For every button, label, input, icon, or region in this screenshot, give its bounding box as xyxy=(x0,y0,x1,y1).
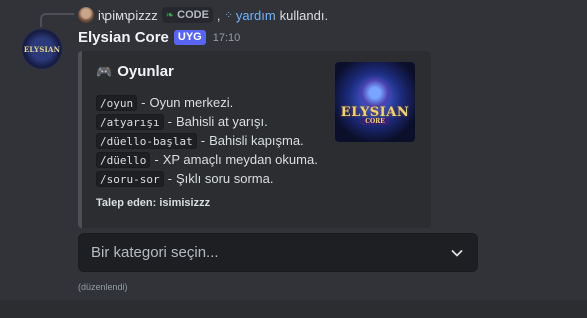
category-select[interactable]: Bir kategori seçin... xyxy=(78,233,478,272)
dash: - xyxy=(154,152,159,167)
leaf-icon: ❧ xyxy=(165,9,175,21)
chevron-down-icon xyxy=(451,249,463,256)
bot-avatar[interactable]: ELYSIAN xyxy=(22,29,62,69)
command-description: Bahisli at yarışı. xyxy=(175,114,268,129)
list-item: /oyun - Oyun merkezi. xyxy=(96,93,318,112)
bottom-divider xyxy=(0,300,587,318)
command-code: /oyun xyxy=(96,94,138,111)
reply-suffix: kullandı. xyxy=(279,7,329,23)
guild-tag-label: CODE xyxy=(177,9,209,21)
avatar-logo-text: ELYSIAN xyxy=(23,44,61,54)
edited-label: (düzenlendi) xyxy=(78,282,128,292)
slash-command-label: yardım xyxy=(235,7,276,23)
embed-footer: Talep eden: isimisizzz xyxy=(96,197,211,209)
reply-connector xyxy=(40,13,74,27)
command-description: XP amaçlı meydan okuma. xyxy=(162,152,318,167)
dash: - xyxy=(167,114,172,129)
command-code: /düello-başlat xyxy=(96,132,197,149)
select-placeholder: Bir kategori seçin... xyxy=(91,244,219,261)
embed-title: 🎮 Oyunlar xyxy=(96,63,174,80)
list-item: /atyarışı - Bahisli at yarışı. xyxy=(96,112,318,131)
command-description: Oyun merkezi. xyxy=(149,95,234,110)
slash-command-link[interactable]: ⁘ yardım xyxy=(225,8,276,23)
command-description: Şıklı soru sorma. xyxy=(175,171,274,186)
list-item: /düello - XP amaçlı meydan okuma. xyxy=(96,150,318,169)
embed-card: 🎮 Oyunlar /oyun - Oyun merkezi. /atyarış… xyxy=(78,51,431,228)
list-item: /soru-sor - Şıklı soru sorma. xyxy=(96,169,318,188)
command-code: /atyarışı xyxy=(96,113,164,130)
replied-username[interactable]: iꝕiᴍꝕizzz xyxy=(98,6,158,24)
app-badge: UYG xyxy=(173,30,206,45)
guild-tag[interactable]: ❧ CODE xyxy=(161,7,213,23)
thumbnail-logo-subtext: CORE xyxy=(361,118,389,125)
bot-username[interactable]: Elysian Core xyxy=(78,29,169,46)
app-command-icon: ⁘ xyxy=(224,9,233,21)
list-item: /düello-başlat - Bahisli kapışma. xyxy=(96,131,318,150)
message-header: Elysian Core UYG 17:10 xyxy=(78,29,240,46)
command-description: Bahisli kapışma. xyxy=(209,133,304,148)
reply-separator: , xyxy=(216,7,221,23)
dash: - xyxy=(167,171,172,186)
dash: - xyxy=(141,95,146,110)
reply-context[interactable]: iꝕiᴍꝕizzz ❧ CODE , ⁘ yardım kullandı. xyxy=(78,6,328,24)
message-timestamp[interactable]: 17:10 xyxy=(213,32,241,44)
command-code: /soru-sor xyxy=(96,170,164,187)
gamepad-icon: 🎮 xyxy=(96,63,113,79)
embed-thumbnail[interactable]: ELYSIAN CORE xyxy=(335,62,415,142)
embed-title-text: Oyunlar xyxy=(117,63,174,80)
command-list: /oyun - Oyun merkezi. /atyarışı - Bahisl… xyxy=(96,93,318,188)
command-code: /düello xyxy=(96,151,151,168)
replied-user-avatar[interactable] xyxy=(78,7,94,23)
dash: - xyxy=(200,133,206,148)
